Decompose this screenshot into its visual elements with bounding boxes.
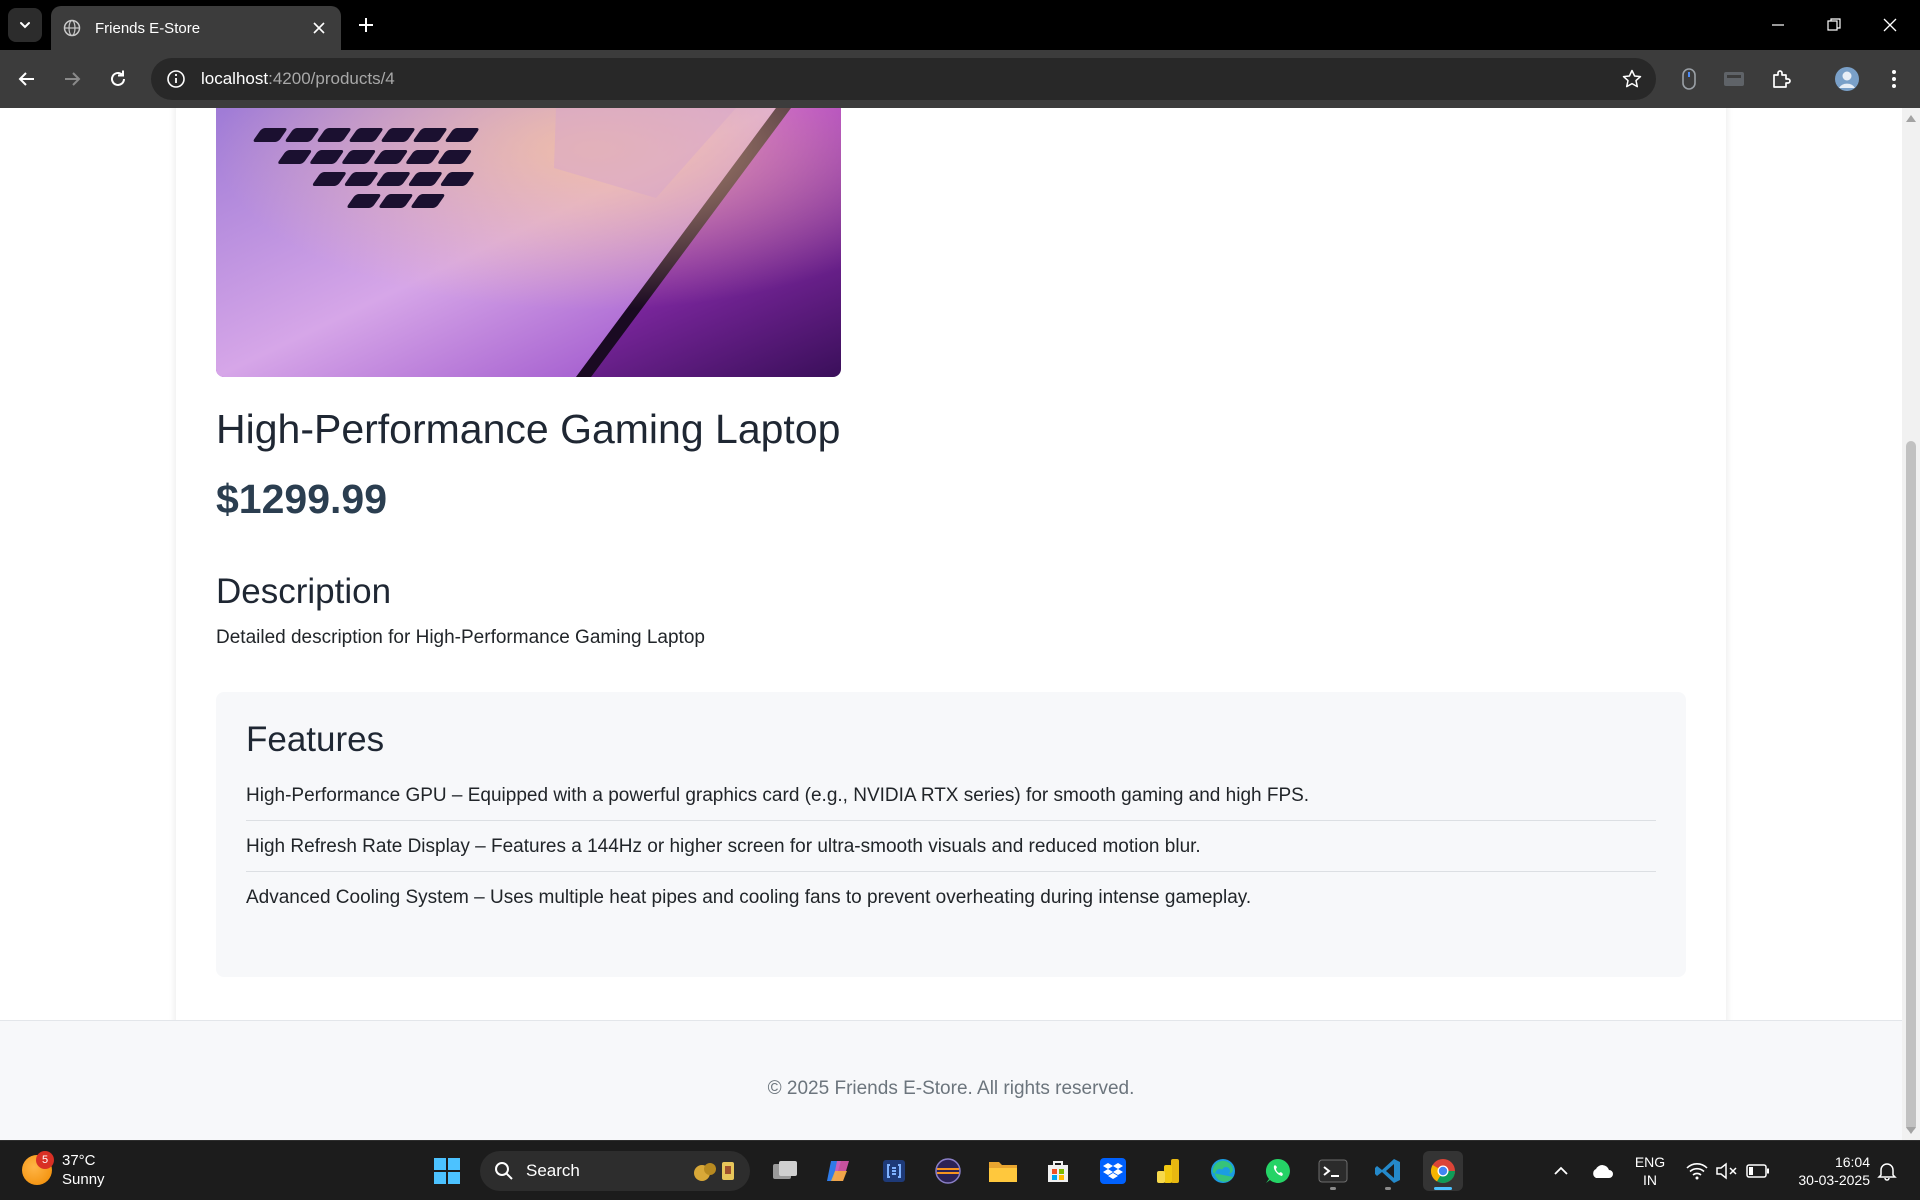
feature-item: High Refresh Rate Display – Features a 1… (246, 821, 1656, 872)
plus-icon (359, 18, 373, 32)
windows-logo-icon (434, 1158, 460, 1184)
description-heading: Description (216, 572, 392, 611)
minimize-button[interactable] (1758, 8, 1798, 42)
minimize-icon (1772, 24, 1784, 26)
chevron-down-icon (20, 22, 30, 29)
url-host: localhost (201, 69, 269, 88)
weather-widget[interactable]: 5 37°C Sunny (22, 1151, 105, 1189)
search-label: Search (526, 1161, 580, 1180)
info-icon[interactable] (155, 58, 197, 100)
eclipse-icon[interactable] (928, 1151, 968, 1191)
search-icon (495, 1162, 513, 1180)
language-line1: ENG (1634, 1154, 1666, 1170)
product-image (216, 108, 841, 377)
arrow-right-icon (65, 72, 81, 86)
notification-badge: 5 (36, 1151, 54, 1169)
new-tab-button[interactable] (352, 11, 380, 39)
globe-icon (63, 19, 81, 37)
scroll-down-arrow[interactable] (1902, 1122, 1920, 1138)
close-icon (1883, 18, 1897, 32)
product-price: $1299.99 (216, 476, 388, 522)
vscode-icon[interactable] (1368, 1151, 1408, 1191)
chrome-icon[interactable] (1423, 1151, 1463, 1191)
language-line2: IN (1643, 1172, 1657, 1188)
sun-icon: 5 (22, 1151, 54, 1185)
power-bi-icon[interactable] (1148, 1151, 1188, 1191)
browser-toolbar: localhost:4200/products/4 (0, 50, 1920, 108)
reload-button[interactable] (100, 61, 136, 97)
clock-date: 30-03-2025 (1798, 1172, 1870, 1188)
url-path: :4200/products/4 (268, 69, 395, 88)
tab-title: Friends E-Store (95, 19, 201, 37)
scroll-up-arrow[interactable] (1902, 110, 1920, 126)
reload-icon (111, 70, 125, 86)
volume-muted-icon[interactable] (1714, 1151, 1740, 1191)
page-footer: © 2025 Friends E-Store. All rights reser… (0, 1020, 1902, 1140)
microsoft-store-icon[interactable] (1038, 1151, 1078, 1191)
running-indicator (1385, 1187, 1391, 1190)
product-title: High-Performance Gaming Laptop (216, 406, 841, 452)
close-tab-icon[interactable] (307, 16, 331, 40)
weather-condition: Sunny (62, 1171, 105, 1188)
restore-icon (1827, 18, 1841, 31)
language-indicator[interactable]: ENG IN (1630, 1151, 1670, 1191)
extensions-puzzle-icon[interactable] (1767, 65, 1795, 93)
features-heading: Features (246, 720, 385, 759)
wifi-icon[interactable] (1685, 1151, 1709, 1191)
star-icon[interactable] (1620, 67, 1644, 91)
page-viewport: High-Performance Gaming Laptop $1299.99 … (0, 108, 1902, 1140)
extension-card-icon[interactable] (1720, 65, 1748, 93)
restore-button[interactable] (1814, 8, 1854, 42)
menu-kebab-icon[interactable] (1880, 65, 1908, 93)
address-bar[interactable]: localhost:4200/products/4 (151, 58, 1656, 100)
edge-icon[interactable] (1203, 1151, 1243, 1191)
windows-taskbar: 5 37°C Sunny Search ENG IN 16:04 30-03-2… (0, 1140, 1920, 1200)
close-window-button[interactable] (1870, 8, 1910, 42)
browser-tab-active[interactable]: Friends E-Store (51, 6, 341, 50)
whatsapp-icon[interactable] (1258, 1151, 1298, 1191)
feature-item: High-Performance GPU – Equipped with a p… (246, 770, 1656, 821)
scroll-thumb[interactable] (1906, 441, 1916, 1131)
dropbox-icon[interactable] (1093, 1151, 1133, 1191)
taskbar-search[interactable]: Search (480, 1151, 750, 1191)
features-panel: Features High-Performance GPU – Equipped… (216, 692, 1686, 977)
file-explorer-icon[interactable] (983, 1151, 1023, 1191)
battery-icon[interactable] (1745, 1151, 1771, 1191)
arrow-left-icon (18, 72, 34, 86)
description-text: Detailed description for High-Performanc… (216, 627, 705, 648)
terminal-icon[interactable] (1313, 1151, 1353, 1191)
back-button[interactable] (9, 61, 45, 97)
app-bracket-icon[interactable] (874, 1151, 914, 1191)
forward-button[interactable] (54, 61, 90, 97)
notification-bell-icon[interactable] (1874, 1151, 1900, 1191)
task-view-icon[interactable] (765, 1151, 805, 1191)
profile-avatar[interactable] (1833, 65, 1861, 93)
browser-titlebar: Friends E-Store (0, 0, 1920, 50)
system-clock[interactable]: 16:04 30-03-2025 (1780, 1151, 1870, 1191)
weather-temperature: 37°C (62, 1152, 96, 1169)
running-indicator (1330, 1187, 1336, 1190)
feature-item: Advanced Cooling System – Uses multiple … (246, 887, 1252, 908)
clock-time: 16:04 (1834, 1154, 1870, 1170)
copilot-icon[interactable] (819, 1151, 859, 1191)
active-indicator (1434, 1187, 1452, 1190)
page-scrollbar[interactable] (1902, 108, 1920, 1140)
chevron-up-icon[interactable] (1551, 1151, 1571, 1191)
onedrive-cloud-icon[interactable] (1589, 1151, 1615, 1191)
url-text: localhost:4200/products/4 (201, 69, 395, 89)
tab-search-button[interactable] (8, 8, 42, 42)
start-button[interactable] (427, 1151, 467, 1191)
search-highlight-icon (690, 1159, 738, 1188)
extension-mouse-icon[interactable] (1675, 65, 1703, 93)
footer-copyright: © 2025 Friends E-Store. All rights reser… (767, 1078, 1135, 1099)
